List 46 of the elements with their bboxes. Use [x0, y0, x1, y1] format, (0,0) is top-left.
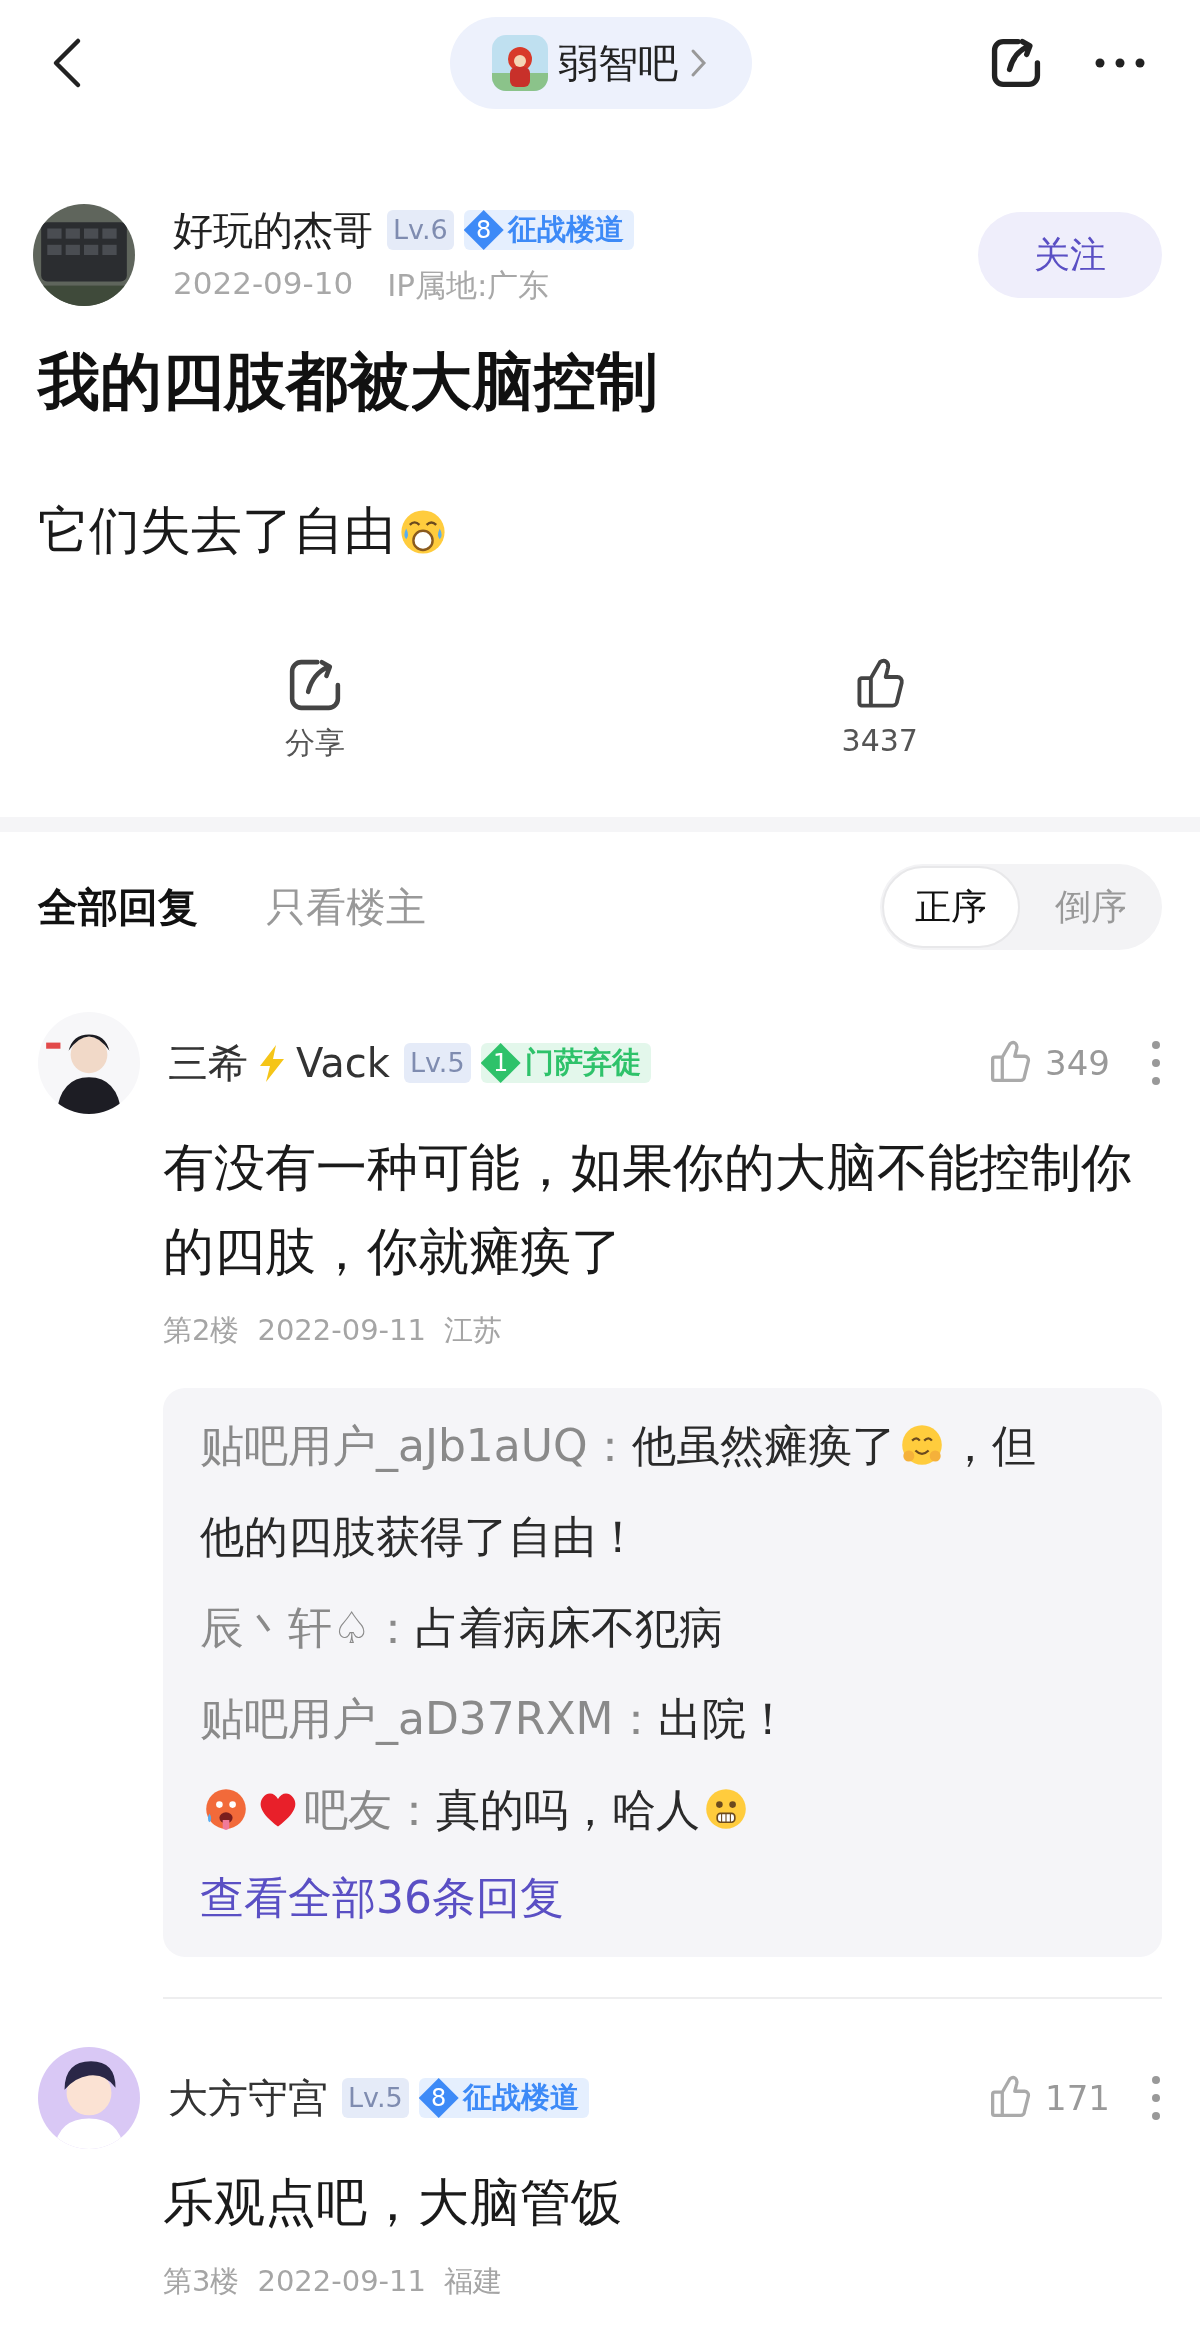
level-tag: Lv.5: [403, 1043, 471, 1083]
reply-text: 占着病床不犯病: [415, 1602, 724, 1653]
comment-text: 有没有一种可能，如果你的大脑不能控制你的四肢，你就瘫痪了: [163, 1137, 1133, 1283]
reply-author: 贴吧用户_aD37RXM：: [200, 1693, 658, 1744]
name: 好玩的杰哥: [173, 205, 373, 255]
floor-number: 第3楼: [163, 2263, 240, 2300]
post-date: 2022-09-10: [173, 265, 354, 303]
honor-number: 8: [418, 2078, 459, 2118]
reply-author: 贴吧用户_aJb1aUQ：: [200, 1420, 632, 1471]
view-all-replies-link[interactable]: 查看全部36条回复: [200, 1855, 1142, 1941]
sweating-face-icon: [204, 1787, 248, 1831]
sort-option[interactable]: 正序: [882, 866, 1020, 948]
share-button[interactable]: 分享: [33, 653, 598, 773]
honor-number: 1: [480, 1043, 521, 1083]
honor-number: 8: [463, 210, 504, 250]
reply-text: 出院！: [657, 1693, 790, 1744]
name: Vack: [296, 1040, 390, 1086]
grimacing-face-icon: [704, 1787, 748, 1831]
honor-title: 征战楼道: [507, 211, 624, 248]
reply-text: 真的吗，哈人: [436, 1784, 700, 1835]
honor-title: 征战楼道: [462, 2079, 579, 2116]
ip-location: IP属地:广东: [387, 266, 550, 305]
honor-title: 门萨弃徒: [524, 1044, 641, 1081]
name: 三希: [168, 1038, 248, 1088]
reply-text: 他虽然瘫痪了: [631, 1420, 896, 1471]
post-title: 我的四肢都被大脑控制: [38, 345, 659, 419]
level-tag: Lv.5: [342, 2078, 409, 2118]
comment-location: 江苏: [444, 1312, 502, 1349]
floor-number: 第2楼: [163, 1312, 240, 1349]
reply-author: 辰丶轩♤：: [200, 1602, 416, 1653]
comment-date: 2022-09-11: [257, 1312, 426, 1349]
crying-face-icon: [399, 508, 447, 556]
comment-text: 乐观点吧，大脑管饭: [163, 2172, 623, 2234]
post-body: 它们失去了自由: [38, 501, 395, 560]
blushing-face-icon: [899, 1423, 944, 1467]
comment-location: 福建: [444, 2263, 502, 2300]
reply-text: ，但: [947, 1420, 1036, 1471]
follow-button[interactable]: 关注: [978, 212, 1162, 298]
name: 大方守宫: [168, 2073, 328, 2123]
reply-text: 他的四肢获得了自由！: [200, 1511, 640, 1562]
forum-button[interactable]: 弱智吧: [450, 17, 752, 109]
reply-tab[interactable]: 全部回复: [38, 879, 198, 935]
level-tag: Lv.6: [387, 210, 454, 250]
comment-date: 2022-09-11: [257, 2263, 426, 2300]
like-button[interactable]: 3437: [597, 653, 1162, 773]
reply-author: 吧友：: [304, 1784, 436, 1835]
